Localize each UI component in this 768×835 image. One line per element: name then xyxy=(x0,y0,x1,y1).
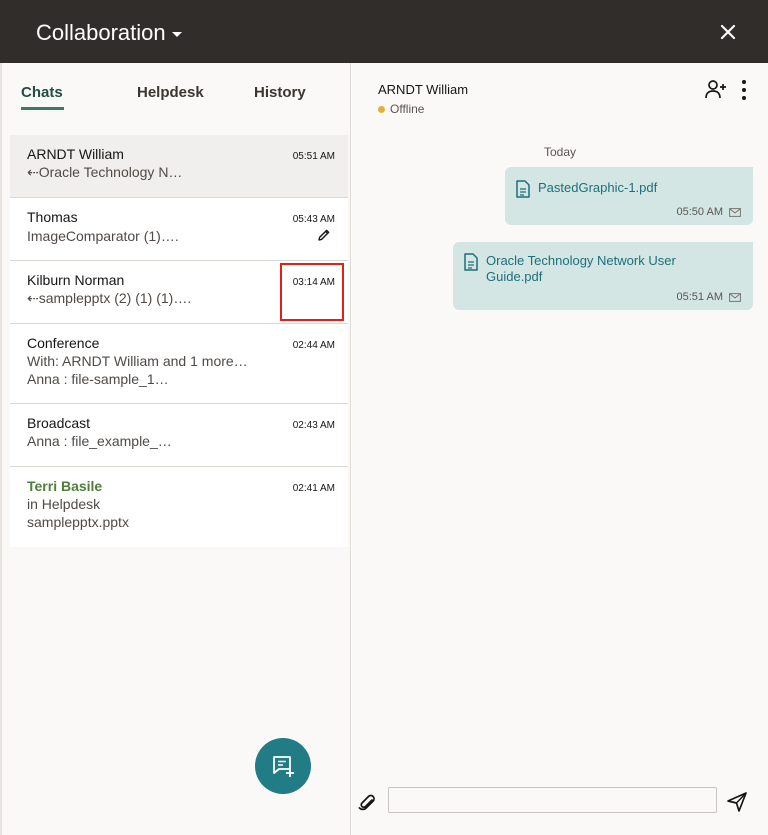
chat-time: 05:43 AM xyxy=(292,214,335,225)
chat-time: 02:41 AM xyxy=(292,483,335,494)
chat-preview: Anna : file-sample_1… xyxy=(27,371,169,387)
chat-time: 02:43 AM xyxy=(292,420,335,431)
collaboration-menu[interactable]: Collaboration xyxy=(36,20,182,46)
active-tab-indicator xyxy=(21,107,64,110)
message-meta: 05:50 AM xyxy=(677,206,741,218)
collaboration-header: Collaboration xyxy=(0,0,768,63)
chat-name: ARNDT William xyxy=(27,146,124,162)
chat-preview: Anna : file_example_… xyxy=(27,433,172,449)
pencil-icon xyxy=(318,229,330,241)
tab-bar: Chats Helpdesk History xyxy=(2,63,351,123)
file-attachment-link[interactable]: Oracle Technology Network User Guide.pdf xyxy=(464,253,676,285)
chat-row-broadcast[interactable]: Broadcast Anna : file_example_… 02:43 AM xyxy=(10,404,348,467)
day-separator: Today xyxy=(544,145,577,159)
chat-row-kilburn-norman[interactable]: Kilburn Norman ⇠samplepptx (2) (1) (1)….… xyxy=(10,261,348,324)
tab-history[interactable]: History xyxy=(254,84,306,101)
status-label: Offline xyxy=(390,102,425,116)
message-bubble: Oracle Technology Network User Guide.pdf… xyxy=(453,242,753,310)
chat-preview: ⇠samplepptx (2) (1) (1)…. xyxy=(27,290,192,306)
chat-source: in Helpdesk xyxy=(27,496,101,512)
message-input[interactable] xyxy=(388,787,717,813)
chat-preview: samplepptx.pptx xyxy=(27,514,129,530)
chat-name: Kilburn Norman xyxy=(27,272,125,288)
file-name: Oracle Technology Network User Guide.pdf xyxy=(486,253,676,284)
file-attachment-link[interactable]: PastedGraphic-1.pdf xyxy=(516,180,657,198)
message-time: 05:51 AM xyxy=(676,291,723,303)
more-options-icon[interactable] xyxy=(740,79,748,101)
document-icon xyxy=(464,253,478,271)
message-time: 05:50 AM xyxy=(676,206,723,218)
envelope-icon xyxy=(729,207,741,217)
chat-row-arndt-william[interactable]: ARNDT William ⇠Oracle Technology N… 05:5… xyxy=(10,135,348,198)
chat-name: Conference xyxy=(27,335,100,351)
envelope-icon xyxy=(729,292,741,302)
conversation-pane: ARNDT William Offline Today PastedGraphi… xyxy=(352,63,768,835)
chat-list: ARNDT William ⇠Oracle Technology N… 05:5… xyxy=(10,135,348,547)
new-chat-icon xyxy=(273,756,294,777)
chat-row-thomas[interactable]: Thomas ImageComparator (1)…. 05:43 AM xyxy=(10,198,348,261)
chat-time: 03:14 AM xyxy=(292,277,335,288)
chat-time: 05:51 AM xyxy=(292,151,335,162)
chat-list-pane: Chats Helpdesk History ARNDT William ⇠Or… xyxy=(2,63,351,835)
message-composer xyxy=(352,783,768,835)
chat-name: Broadcast xyxy=(27,415,91,431)
caret-down-icon xyxy=(171,32,182,37)
chat-row-terri-basile[interactable]: Terri Basile in Helpdesk samplepptx.pptx… xyxy=(10,467,348,547)
tab-helpdesk[interactable]: Helpdesk xyxy=(137,84,204,101)
contact-name: ARNDT William xyxy=(378,82,469,97)
file-name: PastedGraphic-1.pdf xyxy=(538,180,658,195)
message-bubble: PastedGraphic-1.pdf 05:50 AM xyxy=(505,167,753,225)
close-icon[interactable] xyxy=(714,18,742,46)
contact-status: Offline xyxy=(378,102,424,116)
chat-time: 02:44 AM xyxy=(292,340,335,351)
paperclip-icon[interactable] xyxy=(357,793,377,813)
app-title: Collaboration xyxy=(36,20,166,45)
new-chat-button[interactable] xyxy=(255,738,311,794)
add-user-icon[interactable] xyxy=(704,77,728,101)
status-dot-icon xyxy=(378,105,385,113)
tab-chats[interactable]: Chats xyxy=(21,84,63,101)
document-icon xyxy=(516,180,530,198)
chat-name: Thomas xyxy=(27,209,78,225)
send-icon[interactable] xyxy=(726,791,748,813)
chat-preview: ⇠Oracle Technology N… xyxy=(27,164,183,180)
chat-participants: With: ARNDT William and 1 more… xyxy=(27,353,248,369)
chat-name: Terri Basile xyxy=(27,478,103,494)
chat-preview: ImageComparator (1)…. xyxy=(27,228,179,244)
chat-row-conference[interactable]: Conference With: ARNDT William and 1 mor… xyxy=(10,324,348,404)
message-meta: 05:51 AM xyxy=(677,291,741,303)
